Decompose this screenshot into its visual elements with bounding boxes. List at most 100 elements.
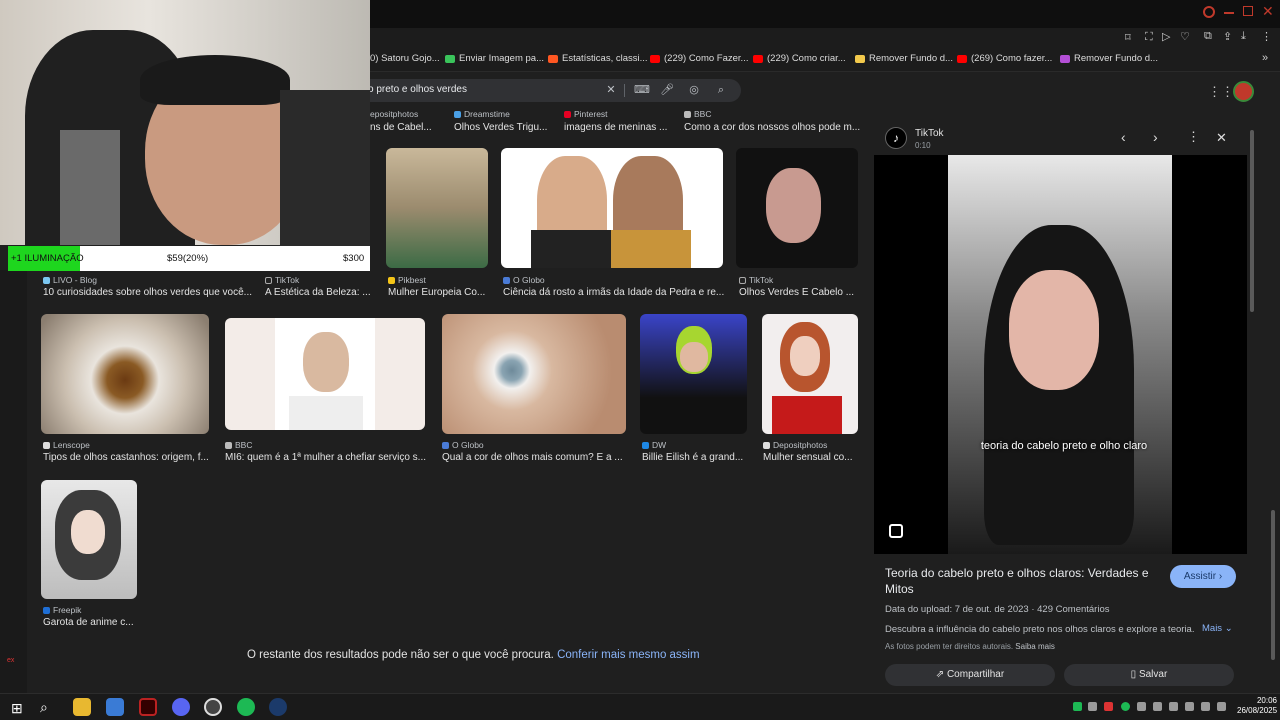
tray-icon[interactable] xyxy=(1073,702,1082,711)
result-thumbnail[interactable] xyxy=(640,314,747,434)
windows-start-icon[interactable]: ⊞ xyxy=(11,700,23,717)
tray-icon[interactable] xyxy=(1088,702,1097,711)
tray-icon[interactable] xyxy=(1104,702,1113,711)
panel-scrollbar[interactable] xyxy=(1250,130,1254,312)
save-button[interactable]: ▯ Salvar xyxy=(1064,664,1234,686)
chevron-right-icon[interactable]: › xyxy=(1153,129,1158,145)
bookmark-item[interactable]: Remover Fundo d... xyxy=(855,53,953,64)
result-title[interactable]: Billie Eilish é a grand... xyxy=(642,452,752,463)
result-title[interactable]: A Estética da Beleza: ... xyxy=(265,287,375,298)
result-title[interactable]: Mulher sensual co... xyxy=(763,452,863,463)
upload-info: Data do upload: 7 de out. de 2023 · 429 … xyxy=(885,604,1110,615)
search-icon[interactable]: ⌕ xyxy=(714,83,728,97)
tray-icon[interactable] xyxy=(1153,702,1162,711)
result-title[interactable]: Olhos Verdes Trigu... xyxy=(454,122,554,133)
avatar[interactable] xyxy=(1233,81,1254,102)
bookmark-favicon-icon xyxy=(1060,54,1070,63)
result-title[interactable]: 10 curiosidades sobre olhos verdes que v… xyxy=(43,287,253,298)
panel-source[interactable]: TikTok xyxy=(915,128,944,139)
result-title[interactable]: Ciência dá rosto a irmãs da Idade da Ped… xyxy=(503,287,728,298)
share-icon[interactable]: ⇪ xyxy=(1223,30,1232,43)
results-footer: O restante dos resultados pode não ser o… xyxy=(247,649,700,661)
learn-more-link[interactable]: Saiba mais xyxy=(1015,642,1055,651)
lens-icon[interactable] xyxy=(889,524,903,538)
tray-icon[interactable] xyxy=(1169,702,1178,711)
bookmark-item[interactable]: Remover Fundo d... xyxy=(1060,53,1158,64)
result-title[interactable]: Olhos Verdes E Cabelo ... xyxy=(739,287,859,298)
clear-icon[interactable]: ✕ xyxy=(604,83,618,97)
video-caption: teoria do cabelo preto e olho claro xyxy=(980,440,1148,452)
close-icon[interactable]: ✕ xyxy=(1216,130,1227,146)
lens-icon[interactable]: ◎ xyxy=(687,83,701,97)
youtube-icon xyxy=(957,54,967,63)
search-input[interactable]: o preto e olhos verdes xyxy=(368,84,467,95)
obs-icon[interactable] xyxy=(204,698,222,716)
result-title[interactable]: Qual a cor de olhos mais comum? E a ... xyxy=(442,452,627,463)
dw-icon xyxy=(642,441,649,449)
tray-icon[interactable] xyxy=(1137,702,1146,711)
minimize-icon[interactable] xyxy=(1224,12,1234,14)
more-button[interactable]: Mais ⌄ xyxy=(1202,623,1233,634)
see-more-link[interactable]: Conferir mais mesmo assim xyxy=(557,649,700,661)
bookmark-icon[interactable]: ⌑ xyxy=(1125,31,1131,44)
bookmark-label: (269) Como fazer... xyxy=(971,53,1053,64)
keyboard-icon[interactable]: ⌨ xyxy=(634,83,650,97)
result-title[interactable]: Garota de anime c... xyxy=(43,617,143,628)
copyright-notice: As fotos podem ter direitos autorais. Sa… xyxy=(885,642,1055,651)
chevron-right-icon[interactable]: » xyxy=(1262,52,1268,64)
maximize-icon[interactable] xyxy=(1243,6,1253,16)
play-icon[interactable]: ▷ xyxy=(1162,30,1170,43)
bookmark-item[interactable]: (229) Como criar... xyxy=(753,53,846,64)
store-icon[interactable] xyxy=(106,698,124,716)
search-icon[interactable]: ⌕ xyxy=(40,699,48,716)
result-title[interactable]: imagens de meninas ... xyxy=(564,122,674,133)
menu-icon[interactable]: ⋮ xyxy=(1261,30,1272,43)
download-icon[interactable]: ⤓ xyxy=(1241,30,1246,43)
result-thumbnail[interactable] xyxy=(442,314,626,434)
more-options-icon[interactable]: ⋮ xyxy=(1187,129,1200,145)
clock[interactable]: 20:06 26/08/2025 xyxy=(1237,696,1277,716)
panel-title[interactable]: Teoria do cabelo preto e olhos claros: V… xyxy=(885,565,1155,597)
result-title[interactable]: ns de Cabel... xyxy=(370,122,450,133)
result-title[interactable]: Tipos de olhos castanhos: origem, f... xyxy=(43,452,213,463)
bookmark-item[interactable]: Enviar Imagem pa... xyxy=(445,53,544,64)
steam-icon[interactable] xyxy=(269,698,287,716)
result-source: epositphotos xyxy=(370,109,419,119)
result-thumbnail[interactable] xyxy=(501,148,723,268)
spotify-tray-icon[interactable] xyxy=(1121,702,1130,711)
bookmark-item[interactable]: Estatísticas, classi... xyxy=(548,53,648,64)
result-thumbnail[interactable] xyxy=(736,148,858,268)
result-thumbnail[interactable] xyxy=(41,314,209,434)
bookmark-item[interactable]: (269) Como fazer... xyxy=(957,53,1052,64)
spotify-icon[interactable] xyxy=(237,698,255,716)
result-source: O Globo xyxy=(442,440,484,450)
bookmark-item[interactable]: 0) Satoru Gojo... xyxy=(370,53,440,64)
page-scrollbar[interactable] xyxy=(1271,510,1275,660)
result-title[interactable]: Mulher Europeia Co... xyxy=(388,287,493,298)
watch-button[interactable]: Assistir › xyxy=(1170,565,1236,588)
result-thumbnail[interactable] xyxy=(762,314,858,434)
discord-icon[interactable] xyxy=(172,698,190,716)
screenshot-icon[interactable]: ⛶ xyxy=(1145,31,1153,44)
search-icon[interactable] xyxy=(1203,6,1215,18)
bookmark-item[interactable]: (229) Como Fazer... xyxy=(650,53,748,64)
result-title[interactable]: MI6: quem é a 1ª mulher a chefiar serviç… xyxy=(225,452,430,463)
result-thumbnail[interactable] xyxy=(386,148,488,268)
result-title[interactable]: Como a cor dos nossos olhos pode m... xyxy=(684,122,864,133)
video-preview[interactable]: teoria do cabelo preto e olho claro xyxy=(874,155,1247,554)
upload-date: Data do upload: 7 de out. de 2023 xyxy=(885,604,1029,615)
close-icon[interactable]: ✕ xyxy=(1262,3,1274,20)
extensions-icon[interactable]: ⧉ xyxy=(1204,30,1212,43)
microphone-icon[interactable]: 🎤︎ xyxy=(660,83,674,97)
share-button[interactable]: ⇗ Compartilhar xyxy=(885,664,1055,686)
result-thumbnail[interactable] xyxy=(41,480,137,599)
volume-icon[interactable] xyxy=(1217,702,1226,711)
network-icon[interactable] xyxy=(1201,702,1210,711)
app-icon[interactable] xyxy=(139,698,157,716)
result-thumbnail[interactable] xyxy=(225,318,425,430)
file-explorer-icon[interactable] xyxy=(73,698,91,716)
heart-icon[interactable]: ♡ xyxy=(1180,30,1190,43)
chevron-left-icon[interactable]: ‹ xyxy=(1121,129,1126,145)
apps-grid-icon[interactable]: ⋮⋮ xyxy=(1208,84,1234,100)
tray-icon[interactable] xyxy=(1185,702,1194,711)
